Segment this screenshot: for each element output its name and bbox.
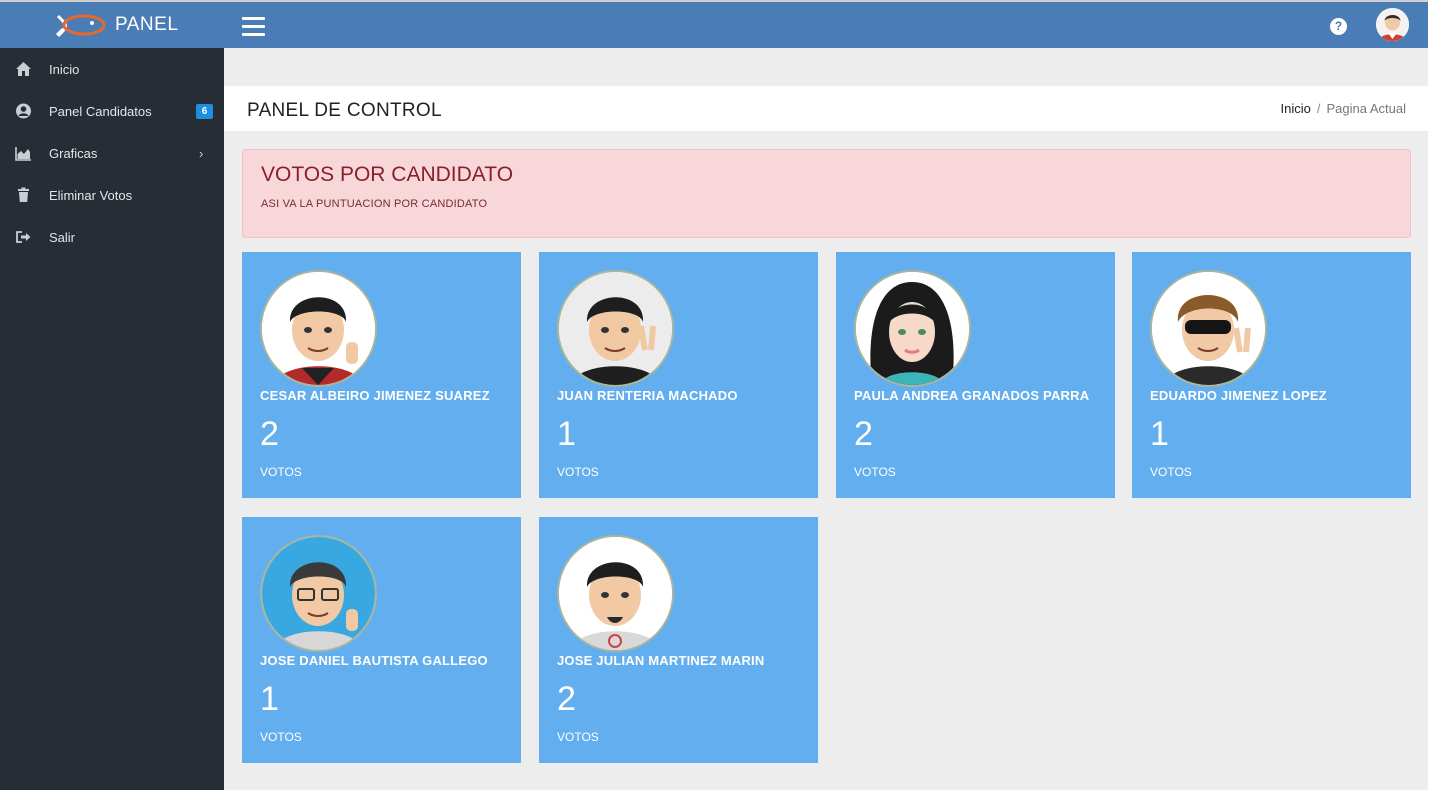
candidate-name: EDUARDO JIMENEZ LOPEZ	[1150, 388, 1327, 403]
candidate-name: CESAR ALBEIRO JIMENEZ SUAREZ	[260, 388, 490, 403]
candidate-card[interactable]: PAULA ANDREA GRANADOS PARRA 2 VOTOS	[836, 252, 1115, 498]
candidate-avatar	[557, 270, 674, 387]
candidate-avatar	[854, 270, 971, 387]
top-navbar: PANEL ?	[0, 2, 1428, 48]
chevron-right-icon: ›	[199, 146, 204, 161]
candidate-card[interactable]: CESAR ALBEIRO JIMENEZ SUAREZ 2 VOTOS	[242, 252, 521, 498]
candidate-card[interactable]: JOSE JULIAN MARTINEZ MARIN 2 VOTOS	[539, 517, 818, 763]
sidebar-item-label: Salir	[49, 230, 76, 245]
candidate-avatar	[557, 535, 674, 652]
trash-icon	[18, 187, 29, 202]
votes-label: VOTOS	[260, 465, 302, 479]
sidebar-item-eliminar-votos[interactable]: Eliminar Votos	[0, 174, 224, 216]
candidate-avatar	[1150, 270, 1267, 387]
user-circle-icon	[16, 103, 31, 119]
brand[interactable]: PANEL	[0, 2, 224, 48]
sidebar-item-panel-candidatos[interactable]: Panel Candidatos 6	[0, 90, 224, 132]
sidebar-item-label: Inicio	[49, 62, 80, 77]
candidate-votes: 1	[260, 680, 279, 718]
candidate-name: JUAN RENTERIA MACHADO	[557, 388, 738, 403]
sidebar: Inicio Panel Candidatos 6 Graficas › Eli…	[0, 48, 224, 790]
breadcrumb: Inicio / Pagina Actual	[1281, 101, 1407, 116]
user-avatar[interactable]	[1376, 8, 1409, 41]
alert-subtitle: ASI VA LA PUNTUACION POR CANDIDATO	[261, 198, 488, 210]
brand-name: PANEL	[115, 14, 179, 35]
candidate-avatar	[260, 535, 377, 652]
candidate-votes: 1	[1150, 415, 1169, 453]
app-window: PANEL ? Inicio Panel Candidatos 6 Grafic…	[0, 0, 1428, 790]
votes-alert: VOTOS POR CANDIDATO ASI VA LA PUNTUACION…	[242, 149, 1411, 238]
breadcrumb-current: Pagina Actual	[1326, 101, 1406, 116]
votes-label: VOTOS	[260, 730, 302, 744]
candidates-count-badge: 6	[196, 104, 213, 119]
candidate-avatar	[260, 270, 377, 387]
fish-icon	[55, 14, 106, 38]
page-title: PANEL DE CONTROL	[247, 100, 442, 121]
hamburger-icon[interactable]	[242, 17, 265, 36]
question-icon[interactable]: ?	[1330, 18, 1347, 35]
breadcrumb-separator: /	[1316, 101, 1321, 116]
page-header: PANEL DE CONTROL Inicio / Pagina Actual	[224, 86, 1428, 131]
breadcrumb-home-link[interactable]: Inicio	[1281, 101, 1311, 116]
candidate-votes: 1	[557, 415, 576, 453]
sidebar-item-salir[interactable]: Salir	[0, 216, 224, 258]
candidate-votes: 2	[854, 415, 873, 453]
candidate-name: JOSE JULIAN MARTINEZ MARIN	[557, 653, 765, 668]
sidebar-item-graficas[interactable]: Graficas ›	[0, 132, 224, 174]
votes-label: VOTOS	[1150, 465, 1192, 479]
candidate-name: JOSE DANIEL BAUTISTA GALLEGO	[260, 653, 488, 668]
candidate-votes: 2	[557, 680, 576, 718]
candidate-card[interactable]: EDUARDO JIMENEZ LOPEZ 1 VOTOS	[1132, 252, 1411, 498]
votes-label: VOTOS	[557, 730, 599, 744]
sign-out-icon	[16, 231, 31, 243]
candidate-name: PAULA ANDREA GRANADOS PARRA	[854, 388, 1090, 403]
candidate-card[interactable]: JOSE DANIEL BAUTISTA GALLEGO 1 VOTOS	[242, 517, 521, 763]
votes-label: VOTOS	[557, 465, 599, 479]
sidebar-item-inicio[interactable]: Inicio	[0, 48, 224, 90]
candidate-card[interactable]: JUAN RENTERIA MACHADO 1 VOTOS	[539, 252, 818, 498]
sidebar-item-label: Eliminar Votos	[49, 188, 133, 203]
votes-label: VOTOS	[854, 465, 896, 479]
sidebar-item-label: Panel Candidatos	[49, 104, 152, 119]
alert-title: VOTOS POR CANDIDATO	[261, 163, 514, 186]
sidebar-item-label: Graficas	[49, 146, 98, 161]
home-icon	[16, 62, 31, 76]
candidate-votes: 2	[260, 415, 279, 453]
area-chart-icon	[15, 147, 31, 161]
